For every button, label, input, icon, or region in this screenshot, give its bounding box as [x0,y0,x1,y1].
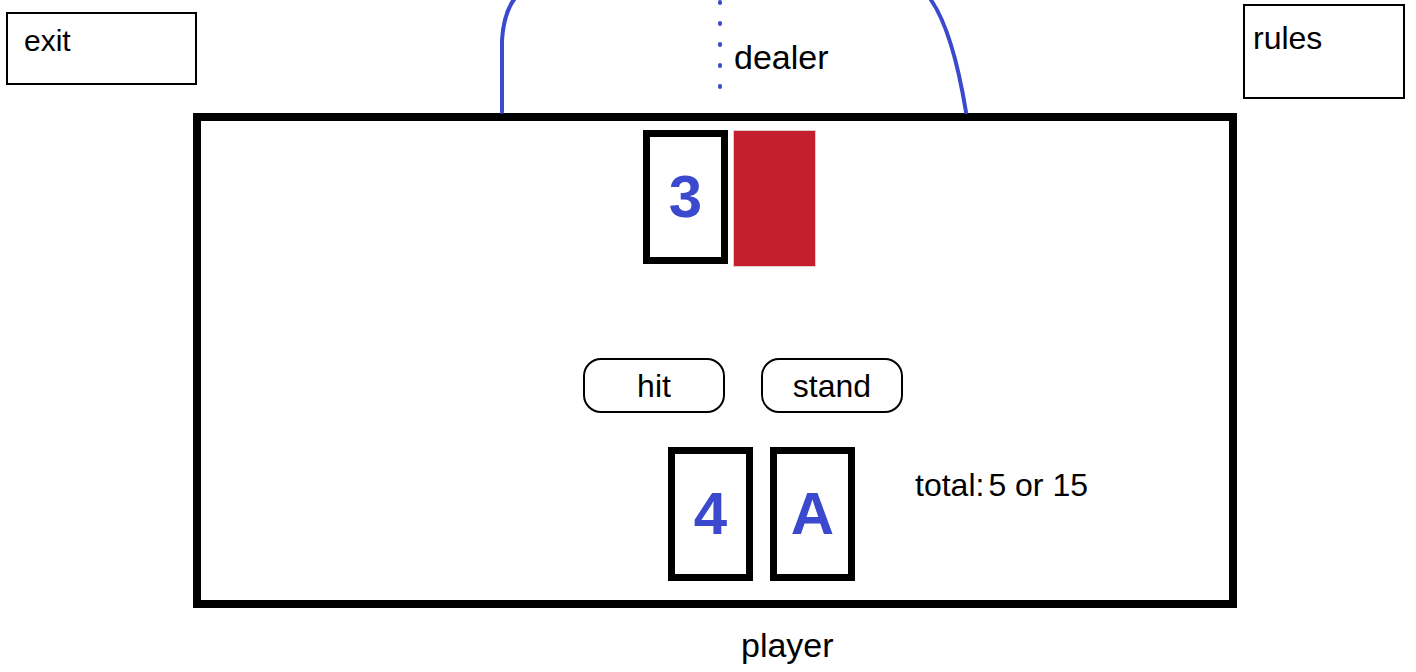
playing-card: 3 [643,130,728,264]
hit-button[interactable]: hit [583,358,725,413]
total-label: total: [915,465,984,505]
player-label: player [0,608,1416,667]
dealer-hand: 3 [201,121,1229,267]
header: exit rules [0,0,1416,113]
playing-card: A [770,447,855,581]
action-buttons: hit stand [201,358,1229,413]
player-area: 4Atotal:5 or 15 [201,447,1229,581]
card-back [733,130,816,267]
exit-button[interactable]: exit [6,12,197,85]
dealer-label: dealer [734,36,829,79]
total-value: 5 or 15 [988,465,1088,505]
playing-card: 4 [668,447,753,581]
stand-button[interactable]: stand [761,358,903,413]
game-table: 3hitstand4Atotal:5 or 15 [193,113,1237,608]
player-total: total:5 or 15 [915,465,1088,505]
blackjack-page: dealerexitrules3hitstand4Atotal:5 or 15p… [0,0,1416,672]
rules-button[interactable]: rules [1243,4,1405,99]
player-hand: 4A [668,447,855,581]
